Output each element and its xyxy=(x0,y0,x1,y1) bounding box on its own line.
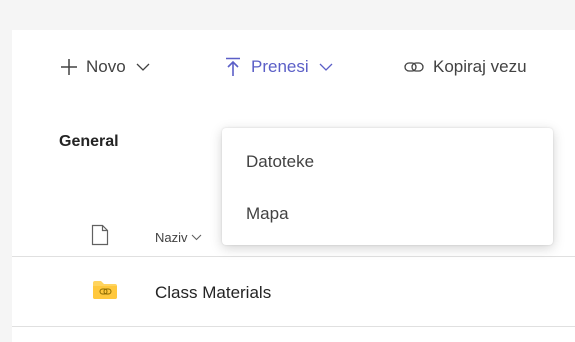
link-icon xyxy=(404,60,424,74)
chevron-down-icon xyxy=(319,63,333,71)
column-header-name[interactable]: Naziv xyxy=(155,230,202,245)
menu-item-files[interactable]: Datoteke xyxy=(222,142,553,182)
new-button-label: Novo xyxy=(86,57,126,76)
chevron-down-icon xyxy=(136,63,150,71)
plus-icon xyxy=(60,58,78,76)
channel-heading: General xyxy=(59,133,119,150)
menu-item-folder[interactable]: Mapa xyxy=(222,194,553,234)
list-item-name: Class Materials xyxy=(155,283,272,302)
copy-link-label: Kopiraj vezu xyxy=(433,57,527,76)
upload-icon xyxy=(225,57,241,77)
chevron-down-icon xyxy=(191,234,202,241)
shared-folder-icon xyxy=(92,280,118,305)
upload-dropdown-menu: Datoteke Mapa xyxy=(222,128,553,245)
copy-link-button[interactable]: Kopiraj vezu xyxy=(404,30,527,104)
upload-button-label: Prenesi xyxy=(251,57,309,76)
list-item[interactable]: Class Materials xyxy=(12,257,575,327)
upload-button[interactable]: Prenesi xyxy=(225,30,333,104)
command-bar: Novo Prenesi Kopiraj vezu xyxy=(12,30,575,104)
file-type-icon xyxy=(91,224,109,251)
document-library: Novo Prenesi Kopiraj vezu General Naziv … xyxy=(12,30,575,342)
column-header-name-label: Naziv xyxy=(155,230,188,245)
new-button[interactable]: Novo xyxy=(60,30,150,104)
